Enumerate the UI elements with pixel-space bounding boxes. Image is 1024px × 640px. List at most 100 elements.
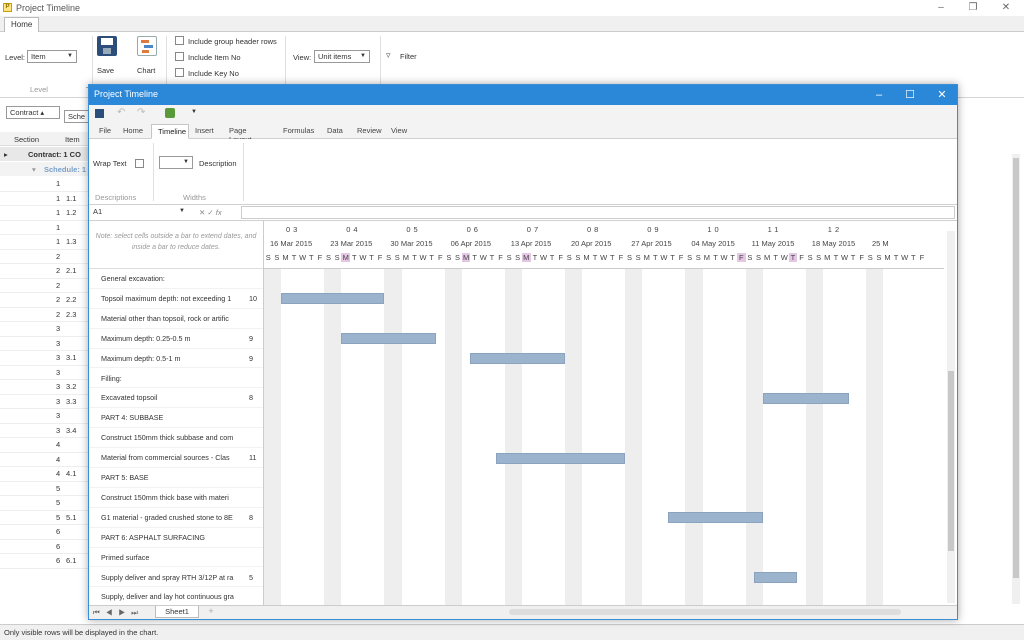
contract-group-row[interactable]: ▸ Contract: 1 CO — [0, 147, 90, 161]
outer-grid-row[interactable]: 1 — [0, 221, 90, 235]
gantt-bar[interactable] — [470, 353, 565, 365]
outer-grid-row[interactable]: 1 — [0, 177, 90, 192]
task-row[interactable]: PART 4: SUBBASE — [89, 408, 263, 429]
tab-insert[interactable]: Insert — [189, 124, 223, 139]
qat-save-icon[interactable] — [95, 109, 104, 118]
v-scroll-thumb[interactable] — [948, 371, 954, 551]
outer-grid-row[interactable]: 1 1.2 — [0, 206, 90, 221]
chart-button[interactable]: Chart — [134, 36, 160, 76]
gantt-bar[interactable] — [668, 512, 763, 524]
wrap-text-checkbox[interactable] — [135, 159, 144, 168]
group-header-checkbox[interactable] — [175, 36, 184, 45]
restore-icon[interactable]: ❐ — [965, 2, 981, 14]
horizontal-scrollbar[interactable] — [509, 609, 901, 615]
add-sheet-icon[interactable]: + — [201, 606, 221, 618]
formula-input[interactable] — [241, 206, 955, 219]
schedule-button[interactable]: Sche — [64, 110, 90, 123]
outer-grid-row[interactable]: 1 1.1 — [0, 192, 90, 206]
outer-grid-row[interactable]: 3 3.4 — [0, 424, 90, 438]
collapse-icon[interactable]: ▾ — [32, 165, 36, 174]
task-row[interactable]: G1 material - graded crushed stone to 8E… — [89, 508, 263, 528]
outer-grid-row[interactable]: 3 — [0, 322, 90, 337]
inner-minimize-icon[interactable]: – — [869, 88, 889, 102]
redo-icon[interactable]: ↷ — [137, 107, 145, 118]
tab-home[interactable]: Home — [117, 124, 151, 139]
inner-close-icon[interactable]: ✕ — [932, 88, 952, 102]
outer-grid-row[interactable]: 2 — [0, 250, 90, 264]
key-no-checkbox[interactable] — [175, 68, 184, 77]
task-row[interactable]: Maximum depth: 0.5-1 m 9 — [89, 349, 263, 369]
outer-grid-row[interactable]: 3 — [0, 409, 90, 424]
close-icon[interactable]: ✕ — [998, 2, 1014, 14]
qat-dropdown-icon[interactable]: ▼ — [191, 109, 197, 115]
outer-grid-row[interactable]: 2 2.1 — [0, 264, 90, 279]
task-row[interactable]: Filling: — [89, 369, 263, 389]
outer-grid-row[interactable]: 3 — [0, 337, 90, 351]
tab-view[interactable]: View — [385, 124, 413, 139]
task-row[interactable]: Material from commercial sources - Clas 1… — [89, 448, 263, 468]
sheet-nav-icons[interactable]: ⏮◀▶⏭ — [93, 608, 144, 618]
formula-buttons[interactable]: ✕ ✓ fx — [199, 208, 222, 217]
outer-scrollbar[interactable] — [1012, 154, 1020, 604]
task-row[interactable]: Topsoil maximum depth: not exceeding 1 10 — [89, 289, 263, 309]
gantt-bar[interactable] — [281, 293, 385, 305]
expand-icon[interactable]: ▸ — [4, 150, 8, 159]
task-row[interactable]: Maximum depth: 0.25-0.5 m 9 — [89, 329, 263, 349]
tab-file[interactable]: File — [93, 124, 117, 139]
gantt-bar[interactable] — [762, 392, 849, 404]
minimize-icon[interactable]: – — [933, 2, 949, 14]
width-select[interactable]: ▼ — [159, 156, 193, 169]
timeline-area[interactable]: SSMTWTFSSMTWTFSSMTWTFSSMTWTFSSMTWTFSSMTW… — [264, 221, 944, 605]
name-box[interactable]: A1 ▼ — [90, 206, 188, 219]
task-row[interactable]: Primed surface — [89, 548, 263, 568]
outer-grid-row[interactable]: 6 6.1 — [0, 554, 90, 569]
tab-timeline[interactable]: Timeline — [151, 124, 189, 139]
task-row[interactable]: Supply, deliver and lay hot continuous g… — [89, 587, 263, 605]
item-no-checkbox[interactable] — [175, 52, 184, 61]
outer-grid-row[interactable]: 5 5.1 — [0, 511, 90, 525]
outer-grid-row[interactable]: 2 — [0, 279, 90, 293]
vertical-scrollbar[interactable] — [947, 231, 955, 603]
tab-review[interactable]: Review — [351, 124, 385, 139]
note-cell[interactable]: Note: select cells outside a bar to exte… — [89, 221, 263, 269]
outer-grid-row[interactable]: 3 3.1 — [0, 351, 90, 366]
export-icon[interactable] — [165, 108, 175, 118]
task-row[interactable]: General excavation: — [89, 269, 263, 289]
gantt-bar[interactable] — [754, 572, 798, 583]
view-select[interactable]: Unit items ▼ — [314, 50, 370, 63]
task-row[interactable]: PART 6: ASPHALT SURFACING — [89, 528, 263, 548]
outer-grid-row[interactable]: 4 4.1 — [0, 467, 90, 482]
gantt-bar[interactable] — [341, 333, 436, 345]
outer-grid-row[interactable]: 4 — [0, 438, 90, 453]
save-button[interactable]: Save — [96, 36, 118, 76]
task-row[interactable]: Construct 150mm thick base with materi — [89, 488, 263, 508]
level-select[interactable]: Item ▼ — [27, 50, 77, 63]
scroll-thumb[interactable] — [1013, 158, 1019, 578]
outer-grid-row[interactable]: 2 2.3 — [0, 308, 90, 322]
outer-grid-row[interactable]: 2 2.2 — [0, 293, 90, 308]
outer-grid-row[interactable]: 3 — [0, 366, 90, 380]
filter-button[interactable]: ▿ Filter — [386, 50, 422, 64]
task-row[interactable]: PART 5: BASE — [89, 468, 263, 488]
outer-grid-row[interactable]: 3 3.3 — [0, 395, 90, 409]
tab-page-layout[interactable]: Page Layout — [223, 124, 277, 144]
outer-grid-row[interactable]: 1 1.3 — [0, 235, 90, 250]
tab-home[interactable]: Home — [4, 17, 40, 33]
tab-formulas[interactable]: Formulas — [277, 124, 321, 139]
task-row[interactable]: Construct 150mm thick subbase and com — [89, 428, 263, 449]
outer-grid-row[interactable]: 5 — [0, 482, 90, 496]
outer-grid-row[interactable]: 6 — [0, 525, 90, 540]
task-row[interactable]: Supply deliver and spray RTH 3/12P at ra… — [89, 568, 263, 588]
sheet-tab-sheet1[interactable]: Sheet1 — [155, 606, 199, 618]
contract-button[interactable]: Contract ▴ — [6, 106, 60, 119]
gantt-bar[interactable] — [496, 452, 626, 464]
outer-grid-row[interactable]: 3 3.2 — [0, 380, 90, 395]
outer-grid-row[interactable]: 4 — [0, 453, 90, 467]
task-row[interactable]: Material other than topsoil, rock or art… — [89, 309, 263, 329]
spreadsheet[interactable]: Note: select cells outside a bar to exte… — [89, 221, 957, 605]
task-row[interactable]: Excavated topsoil 8 — [89, 388, 263, 409]
outer-grid-row[interactable]: 6 — [0, 540, 90, 554]
outer-grid-row[interactable]: 5 — [0, 496, 90, 511]
inner-maximize-icon[interactable]: ☐ — [900, 88, 920, 102]
tab-data[interactable]: Data — [321, 124, 351, 139]
